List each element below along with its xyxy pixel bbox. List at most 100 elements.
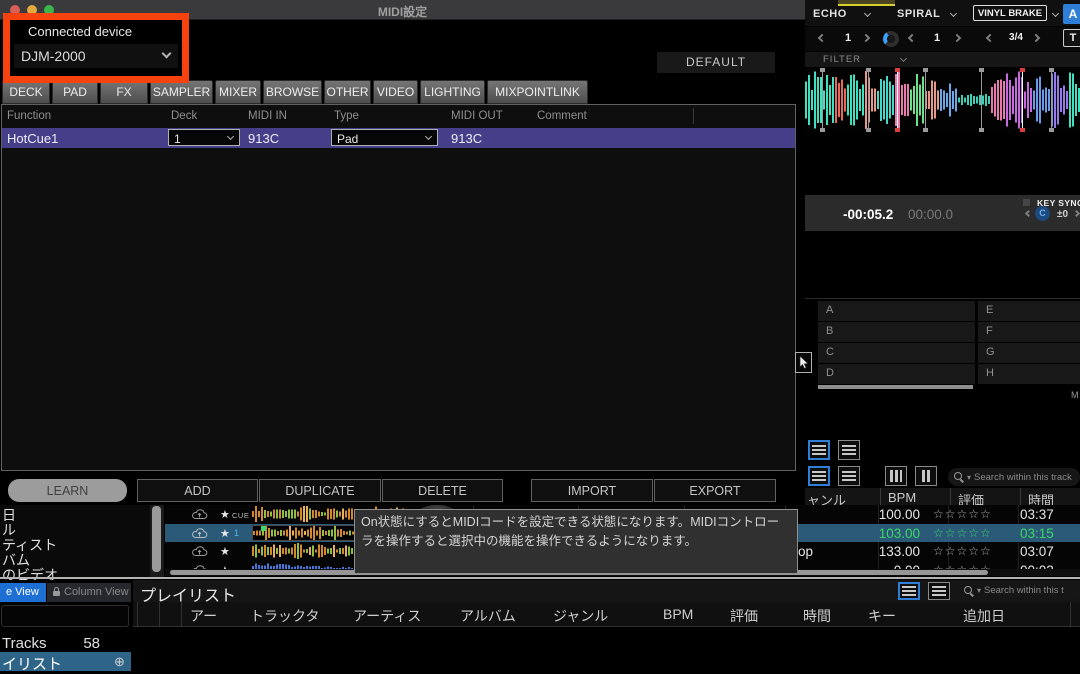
delete-button[interactable]: DELETE [382,479,503,502]
cloud-sync-icon [191,527,208,539]
chevron-down-icon[interactable] [864,10,871,17]
fx-slot2-select[interactable]: SPIRAL [897,8,940,20]
key-badge[interactable]: C [1035,206,1050,221]
export-button[interactable]: EXPORT [654,479,776,502]
tab-video[interactable]: VIDEO [373,80,418,104]
chevron-left-icon[interactable] [908,34,916,42]
star-icon[interactable]: ★ [220,508,230,521]
dropdown-caret-icon[interactable]: ▾ [967,473,971,482]
tempo-t-button[interactable]: T [1063,29,1080,47]
col-header[interactable]: ジャンル [553,606,608,626]
import-button[interactable]: IMPORT [531,479,653,502]
track-rating[interactable]: ☆☆☆☆☆ [933,507,992,521]
key-down-icon[interactable] [1025,210,1032,217]
hotcue-bank-g[interactable]: G [978,343,1080,363]
col-header[interactable]: キー [868,606,896,626]
th-midi-in[interactable]: MIDI IN [248,110,287,122]
playlist-search-input[interactable]: ▾ Search within this t [958,582,1080,599]
tab-tree-view[interactable]: e View [0,583,46,602]
track-waveform[interactable] [805,68,1080,132]
column-2-view-button[interactable] [915,466,937,486]
deck-search-input[interactable]: ▾ Search within this track [948,468,1080,486]
track-time: 03:07 [1020,544,1070,559]
sidebar-scrollbar[interactable] [150,505,164,577]
hotcue-bank-b[interactable]: B [818,322,975,342]
duplicate-button[interactable]: DUPLICATE [259,479,381,502]
col-header[interactable]: BPM [663,606,693,622]
th-deck[interactable]: Deck [171,110,197,122]
fx-assign-a-button[interactable]: A [1063,4,1080,24]
chevron-right-icon[interactable] [953,34,961,42]
filter-select[interactable]: FILTER [823,54,861,65]
fx-knob[interactable] [883,31,899,47]
hotcue-bank-a[interactable]: A [818,301,975,321]
mapping-row-selected[interactable]: HotCue1 1 913C Pad 913C [2,128,795,148]
tab-column-view[interactable]: Column View [47,583,131,602]
hotcue-scrollbar[interactable] [818,385,973,389]
key-up-icon[interactable] [1073,210,1080,217]
chevron-left-icon[interactable] [818,34,826,42]
add-button[interactable]: ADD [137,479,258,502]
fx-slot1-select[interactable]: ECHO [813,8,847,20]
add-playlist-icon[interactable]: ⊕ [114,654,125,670]
learn-button[interactable]: LEARN [8,479,127,502]
default-button[interactable]: DEFAULT [657,52,775,73]
th-function[interactable]: Function [7,110,51,122]
col-header[interactable]: 時間 [803,606,831,626]
fx-slot3-button[interactable]: VINYL BRAKE [973,5,1047,21]
th-type[interactable]: Type [334,110,359,122]
col-header[interactable]: アー [190,606,217,626]
list-view-button-2[interactable] [808,466,830,486]
hotcue-bank-c[interactable]: C [818,343,975,363]
col-header[interactable]: トラックタ [250,606,319,626]
hotcue-bank-f[interactable]: F [978,322,1080,342]
col-header[interactable]: 評価 [730,606,758,626]
deck-select[interactable]: 1 [168,129,240,146]
detail-view-button[interactable] [838,440,860,460]
list-view-button[interactable] [808,440,830,460]
scrollbar-thumb[interactable] [152,506,161,572]
detail-view-button-2[interactable] [838,466,860,486]
col-header[interactable]: 追加日 [963,606,1005,626]
chevron-right-icon[interactable] [862,34,870,42]
hotcue-bank-d[interactable]: D [818,364,975,384]
list-icon [842,471,856,482]
type-select[interactable]: Pad [331,129,438,146]
th-midi-out[interactable]: MIDI OUT [451,110,503,122]
col-bpm[interactable]: BPM [888,490,916,505]
chevron-down-icon[interactable] [900,55,907,62]
tab-fx[interactable]: FX [100,80,148,104]
chevron-down-icon[interactable] [950,10,957,17]
detail-view-button[interactable] [928,582,950,600]
tab-mixer[interactable]: MIXER [215,80,261,104]
beat-value-1: 1 [838,32,858,44]
col-header[interactable]: アルバム [460,606,516,626]
hotcue-bank-h[interactable]: H [978,364,1080,384]
panel-divider[interactable] [0,577,1080,579]
tab-browse[interactable]: BROWSE [263,80,322,104]
dropdown-caret-icon[interactable]: ▾ [977,586,981,595]
tab-sampler[interactable]: SAMPLER [150,80,213,104]
chevron-right-icon[interactable] [1032,34,1040,42]
chevron-left-icon[interactable] [986,34,994,42]
tab-lighting[interactable]: LIGHTING [420,80,485,104]
sidebar-item-playlist[interactable]: イリスト ⊕ [0,652,131,671]
star-icon[interactable]: ★ [220,527,230,540]
th-comment[interactable]: Comment [537,110,587,122]
sidebar-search-input[interactable] [1,605,129,627]
tab-mixpointlink[interactable]: MIXPOINTLINK [487,80,588,104]
star-icon[interactable]: ★ [220,545,230,558]
hotcue-bank-e[interactable]: E [978,301,1080,321]
track-rating[interactable]: ☆☆☆☆☆ [933,526,992,540]
column-3-view-button[interactable] [885,466,907,486]
time-elapsed: -00:05.2 [843,207,893,222]
tab-other[interactable]: OTHER [324,80,371,104]
chevron-down-icon[interactable] [1052,10,1059,17]
tab-pad[interactable]: PAD [52,80,98,104]
sidebar-item-tracks[interactable]: Tracks 58 [0,635,131,652]
track-rating[interactable]: ☆☆☆☆☆ [933,544,992,558]
list-view-button[interactable] [898,582,920,600]
col-header[interactable]: アーティス [353,606,421,626]
connected-device-select[interactable]: DJM-2000 [14,44,178,68]
tab-deck[interactable]: DECK [2,80,50,104]
